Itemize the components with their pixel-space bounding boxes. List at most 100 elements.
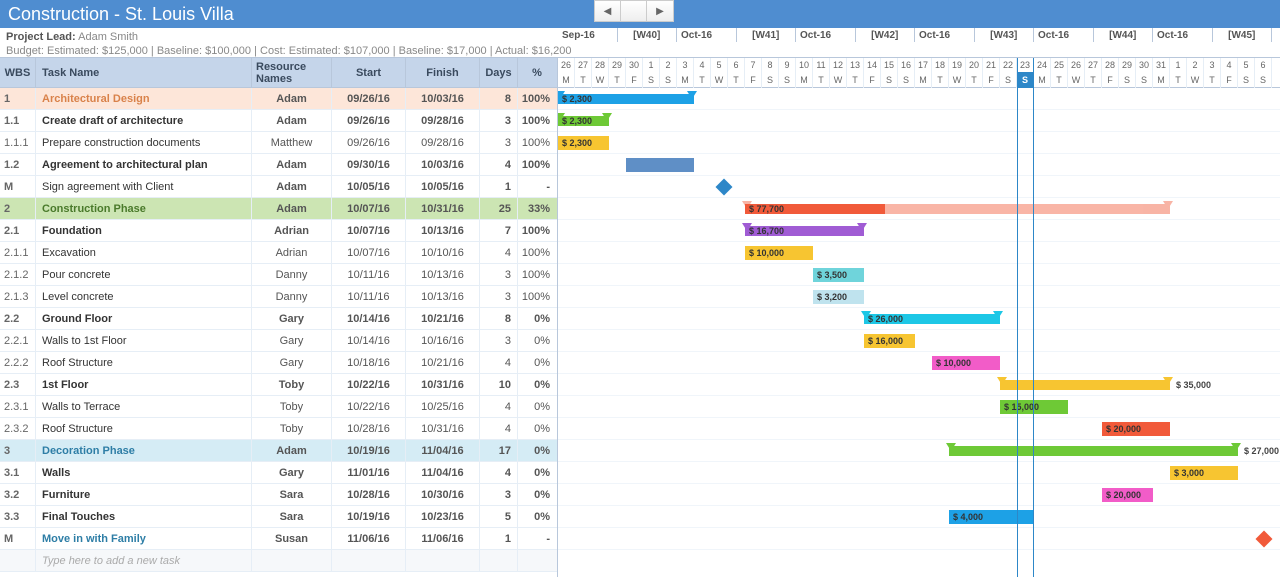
pager-today[interactable]: [621, 1, 647, 21]
cell-days: 3: [480, 110, 518, 131]
task-bar[interactable]: $ 3,200: [813, 290, 864, 304]
milestone-diamond[interactable]: [1256, 531, 1273, 548]
cell-start: 10/28/16: [332, 418, 406, 439]
day-num: 23: [1017, 58, 1034, 72]
gantt-row[interactable]: $ 15,000: [558, 396, 1280, 418]
project-title: Construction - St. Louis Villa: [8, 4, 234, 24]
cell-start: 10/07/16: [332, 198, 406, 219]
task-bar[interactable]: $ 4,000: [949, 510, 1034, 524]
pager-next[interactable]: ▶: [647, 1, 673, 21]
gantt-row[interactable]: $ 2,300: [558, 132, 1280, 154]
table-row[interactable]: 2.2.2Roof StructureGary10/18/1610/21/164…: [0, 352, 557, 374]
table-row[interactable]: 1.1Create draft of architectureAdam09/26…: [0, 110, 557, 132]
add-task-row[interactable]: Type here to add a new task: [0, 550, 557, 572]
cell-wbs: M: [0, 176, 36, 197]
summary-bar[interactable]: [949, 446, 1238, 456]
task-bar[interactable]: $ 20,000: [1102, 488, 1153, 502]
gantt-row[interactable]: $ 16,700: [558, 220, 1280, 242]
col-finish[interactable]: Finish: [406, 58, 480, 87]
cell-resource: Adam: [252, 88, 332, 109]
gantt-row[interactable]: $ 2,300: [558, 110, 1280, 132]
task-bar[interactable]: $ 15,000: [1000, 400, 1068, 414]
table-row[interactable]: 1Architectural DesignAdam09/26/1610/03/1…: [0, 88, 557, 110]
day-of-week: S: [881, 72, 898, 88]
table-row[interactable]: 1.2Agreement to architectural planAdam09…: [0, 154, 557, 176]
task-bar[interactable]: $ 3,500: [813, 268, 864, 282]
table-row[interactable]: 3.1WallsGary11/01/1611/04/1640%: [0, 462, 557, 484]
day-num: 3: [1204, 58, 1221, 72]
table-row[interactable]: 2.3.2Roof StructureToby10/28/1610/31/164…: [0, 418, 557, 440]
gantt-row[interactable]: $ 26,000: [558, 308, 1280, 330]
gantt-chart[interactable]: 2627282930123456789101112131415161718192…: [558, 58, 1280, 577]
summary-bar[interactable]: [1000, 380, 1170, 390]
table-row[interactable]: MSign agreement with ClientAdam10/05/161…: [0, 176, 557, 198]
gantt-row[interactable]: [558, 176, 1280, 198]
day-of-week: T: [1204, 72, 1221, 88]
table-row[interactable]: MMove in with FamilySusan11/06/1611/06/1…: [0, 528, 557, 550]
gantt-row[interactable]: $ 10,000: [558, 242, 1280, 264]
table-row[interactable]: 2.1FoundationAdrian10/07/1610/13/167100%: [0, 220, 557, 242]
task-bar[interactable]: $ 20,000: [1102, 422, 1170, 436]
table-row[interactable]: 2.1.3Level concreteDanny10/11/1610/13/16…: [0, 286, 557, 308]
milestone-diamond[interactable]: [716, 179, 733, 196]
col-wbs[interactable]: WBS: [0, 58, 36, 87]
gantt-row[interactable]: $ 10,000: [558, 352, 1280, 374]
cell-finish: 10/23/16: [406, 506, 480, 527]
gantt-row[interactable]: [558, 528, 1280, 550]
day-of-week: T: [694, 72, 711, 88]
cell-days: 7: [480, 220, 518, 241]
table-row[interactable]: 2.2.1Walls to 1st FloorGary10/14/1610/16…: [0, 330, 557, 352]
task-bar[interactable]: $ 10,000: [932, 356, 1000, 370]
gantt-row[interactable]: [558, 154, 1280, 176]
table-row[interactable]: 2.3.1Walls to TerraceToby10/22/1610/25/1…: [0, 396, 557, 418]
gantt-row[interactable]: $ 20,000: [558, 418, 1280, 440]
gantt-row[interactable]: $ 3,500: [558, 264, 1280, 286]
gantt-row[interactable]: $ 77,700: [558, 198, 1280, 220]
gantt-row[interactable]: $ 3,200: [558, 286, 1280, 308]
gantt-row[interactable]: $ 3,000: [558, 462, 1280, 484]
task-bar[interactable]: [626, 158, 694, 172]
day-of-week: S: [1136, 72, 1153, 88]
cell-task: Pour concrete: [36, 264, 252, 285]
table-row[interactable]: 1.1.1Prepare construction documentsMatth…: [0, 132, 557, 154]
bar-cost-label: $ 77,700: [749, 202, 784, 216]
gantt-row[interactable]: $ 20,000: [558, 484, 1280, 506]
col-task[interactable]: Task Name: [36, 58, 252, 87]
cell-wbs: 2.3: [0, 374, 36, 395]
day-num: 18: [932, 58, 949, 72]
gantt-row[interactable]: $ 27,000: [558, 440, 1280, 462]
cell-resource: Susan: [252, 528, 332, 549]
table-row[interactable]: 2Construction PhaseAdam10/07/1610/31/162…: [0, 198, 557, 220]
task-bar[interactable]: $ 16,000: [864, 334, 915, 348]
col-start[interactable]: Start: [332, 58, 406, 87]
table-row[interactable]: 2.2Ground FloorGary10/14/1610/21/1680%: [0, 308, 557, 330]
task-bar[interactable]: $ 2,300: [558, 136, 609, 150]
col-days[interactable]: Days: [480, 58, 518, 87]
day-num: 8: [762, 58, 779, 72]
table-row[interactable]: 2.31st FloorToby10/22/1610/31/16100%: [0, 374, 557, 396]
table-row[interactable]: 2.1.2Pour concreteDanny10/11/1610/13/163…: [0, 264, 557, 286]
cell-resource: Sara: [252, 484, 332, 505]
col-resource[interactable]: Resource Names: [252, 58, 332, 87]
gantt-row[interactable]: $ 2,300: [558, 88, 1280, 110]
table-row[interactable]: 3.2FurnitureSara10/28/1610/30/1630%: [0, 484, 557, 506]
cell-start: 09/26/16: [332, 88, 406, 109]
gantt-row[interactable]: $ 4,000: [558, 506, 1280, 528]
week-label: [W40]: [618, 28, 678, 42]
cell-pct: 0%: [518, 418, 556, 439]
task-bar[interactable]: $ 10,000: [745, 246, 813, 260]
day-of-week: S: [1017, 72, 1034, 88]
gantt-row[interactable]: $ 16,000: [558, 330, 1280, 352]
cell-finish: 10/31/16: [406, 374, 480, 395]
task-bar[interactable]: $ 3,000: [1170, 466, 1238, 480]
col-pct[interactable]: %: [518, 58, 556, 87]
table-row[interactable]: 3Decoration PhaseAdam10/19/1611/04/16170…: [0, 440, 557, 462]
day-of-week: S: [898, 72, 915, 88]
table-row[interactable]: 3.3Final TouchesSara10/19/1610/23/1650%: [0, 506, 557, 528]
cell-resource: Adam: [252, 198, 332, 219]
cell-resource: Danny: [252, 264, 332, 285]
pager-prev[interactable]: ◀: [595, 1, 621, 21]
gantt-row[interactable]: $ 35,000: [558, 374, 1280, 396]
table-row[interactable]: 2.1.1ExcavationAdrian10/07/1610/10/16410…: [0, 242, 557, 264]
cell-finish: 10/13/16: [406, 264, 480, 285]
